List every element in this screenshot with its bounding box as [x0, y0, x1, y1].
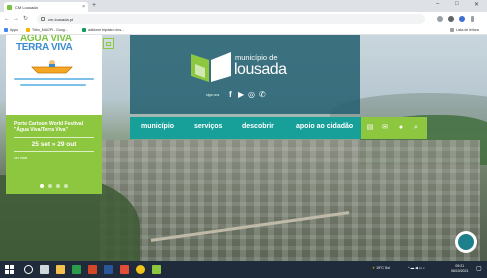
- youtube-icon[interactable]: ▶: [238, 91, 244, 99]
- lock-icon: [41, 17, 45, 21]
- sun-icon: ☀: [372, 266, 376, 270]
- bookmark-favicon-icon: [26, 28, 30, 32]
- wave: [20, 84, 86, 86]
- divider: [14, 137, 94, 138]
- browser-tab-strip: CM Lousada × + – □ ✕: [0, 0, 487, 12]
- minimize-button[interactable]: –: [436, 1, 439, 7]
- extensions-puzzle-icon[interactable]: [448, 16, 454, 22]
- new-tab-button[interactable]: +: [92, 2, 96, 10]
- municipality-logo-icon[interactable]: [189, 48, 233, 84]
- wave: [14, 78, 94, 80]
- web-page: AGUA VIVA TERRA VIVA Porto Cartoon World…: [0, 35, 487, 261]
- promo-headline[interactable]: Porto Cartoon World Festival "Água Viva/…: [14, 121, 94, 133]
- bookmark-label: Tribo_MAGPI - Goog...: [32, 28, 68, 32]
- accessibility-button[interactable]: [455, 231, 477, 253]
- logo-text-big: lousada: [234, 61, 287, 78]
- app-icon[interactable]: [120, 265, 129, 274]
- back-icon[interactable]: ←: [4, 15, 10, 23]
- carousel-dot[interactable]: [40, 184, 44, 188]
- bookmark-label: adicione bipolaro dos...: [88, 28, 124, 32]
- promo-date: 25 set » 29 out: [31, 141, 77, 148]
- reading-list[interactable]: Lista de leitura: [450, 28, 479, 32]
- url-input[interactable]: cm-lousada.pt: [37, 14, 425, 24]
- promo-title-line2: TERRA VIVA: [16, 42, 73, 53]
- menu-kebab-icon[interactable]: [471, 16, 474, 22]
- weather-text: 15°C Sol: [376, 266, 390, 270]
- powerpoint-icon[interactable]: [88, 265, 97, 274]
- bookmark-item[interactable]: adicione bipolaro dos...: [82, 28, 124, 32]
- nav-servicos[interactable]: serviços: [194, 123, 222, 130]
- promo-water: [6, 75, 102, 115]
- carousel-dot[interactable]: [64, 184, 68, 188]
- nav-actions: ▤ ✉ ● ⌕: [361, 117, 427, 139]
- nav-apoio-cidadao[interactable]: apoio ao cidadão: [296, 123, 353, 130]
- reading-list-icon: [450, 28, 454, 32]
- file-explorer-icon[interactable]: [56, 265, 65, 274]
- instagram-icon[interactable]: ◎: [248, 91, 255, 99]
- toggle-panel-button[interactable]: [103, 38, 114, 49]
- bookmarks-bar: Apps Tribo_MAGPI - Goog... adicione bipo…: [0, 26, 487, 35]
- chat-icon[interactable]: ●: [397, 124, 405, 132]
- windows-start-icon[interactable]: [5, 265, 14, 274]
- clock[interactable]: 09:21 06/10/2021: [451, 264, 469, 274]
- nav-descobrir[interactable]: descobrir: [242, 123, 274, 130]
- bookmark-apps[interactable]: Apps: [4, 28, 18, 32]
- accessibility-icon: [458, 234, 474, 250]
- system-tray-icons[interactable]: ^ ▬ ◀ ▭ ♪: [408, 266, 425, 270]
- profile-avatar-icon[interactable]: [459, 16, 465, 22]
- bookmark-item[interactable]: Tribo_MAGPI - Goog...: [26, 28, 68, 32]
- carousel-dot[interactable]: [56, 184, 60, 188]
- tab-title: CM Lousada: [15, 4, 38, 10]
- facebook-icon[interactable]: f: [229, 91, 232, 99]
- address-bar-row: ← → ↻ cm-lousada.pt: [0, 12, 487, 26]
- reload-icon[interactable]: ↻: [23, 15, 28, 23]
- app-icon[interactable]: [152, 265, 161, 274]
- extension-icon[interactable]: [437, 16, 443, 22]
- carousel-dots: [40, 184, 68, 188]
- browser-tab[interactable]: CM Lousada ×: [4, 2, 88, 12]
- calendar-icon[interactable]: ▤: [366, 124, 374, 132]
- aerial-town-image: [100, 140, 480, 261]
- url-text: cm-lousada.pt: [48, 16, 74, 22]
- carousel-dot[interactable]: [48, 184, 52, 188]
- promo-body: Porto Cartoon World Festival "Água Viva/…: [6, 115, 102, 166]
- favicon-icon: [7, 4, 12, 10]
- close-tab-icon[interactable]: ×: [82, 4, 85, 10]
- bookmark-label: Apps: [10, 28, 18, 32]
- word-icon[interactable]: [104, 265, 113, 274]
- social-label: siga-nos: [206, 93, 220, 97]
- weather-widget[interactable]: ☀ 15°C Sol: [372, 266, 390, 270]
- reading-list-label: Lista de leitura: [456, 28, 479, 32]
- apps-grid-icon: [4, 28, 8, 32]
- boat-illustration-icon: [31, 60, 73, 74]
- close-window-button[interactable]: ✕: [474, 1, 479, 8]
- promo-more-link[interactable]: ver mais: [14, 156, 94, 160]
- promo-card[interactable]: AGUA VIVA TERRA VIVA Porto Cartoon World…: [6, 35, 102, 194]
- search-icon[interactable]: ⌕: [412, 124, 420, 132]
- forward-icon[interactable]: →: [13, 15, 19, 23]
- maximize-button[interactable]: □: [455, 1, 459, 7]
- clock-date: 06/10/2021: [451, 269, 469, 273]
- chrome-icon[interactable]: [136, 265, 145, 274]
- taskbar-search-icon[interactable]: [24, 265, 33, 274]
- os-taskbar: ☀ 15°C Sol ^ ▬ ◀ ▭ ♪ 09:21 06/10/2021 ▢: [0, 261, 487, 278]
- nav-municipio[interactable]: município: [141, 123, 174, 130]
- site-header: município de lousada siga-nos f ▶ ◎ ✆: [130, 35, 360, 114]
- bookmark-favicon-icon: [82, 28, 86, 32]
- notifications-icon[interactable]: ▢: [476, 265, 482, 272]
- mail-icon[interactable]: ✉: [381, 124, 389, 132]
- promo-image: AGUA VIVA TERRA VIVA: [6, 35, 102, 115]
- task-view-icon[interactable]: [40, 265, 49, 274]
- panel-icon: [106, 41, 111, 46]
- divider: [14, 151, 94, 152]
- excel-icon[interactable]: [72, 265, 81, 274]
- whatsapp-icon[interactable]: ✆: [259, 91, 266, 99]
